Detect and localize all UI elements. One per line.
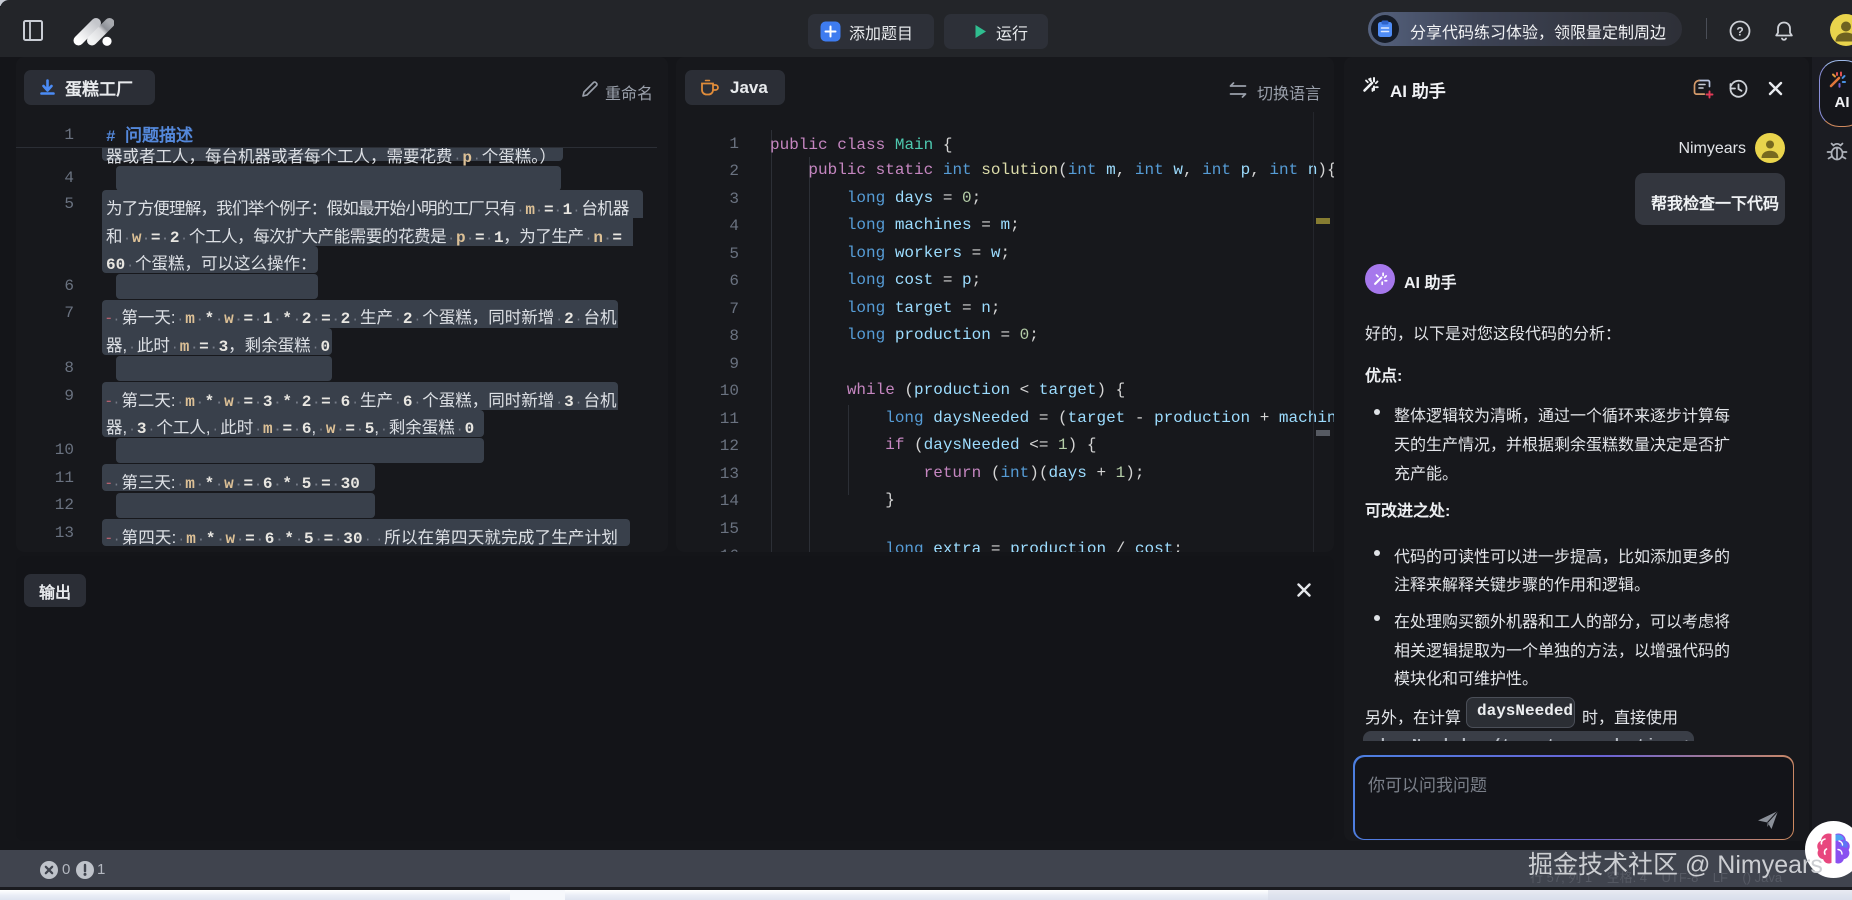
svg-text:?: ?: [1736, 25, 1743, 39]
